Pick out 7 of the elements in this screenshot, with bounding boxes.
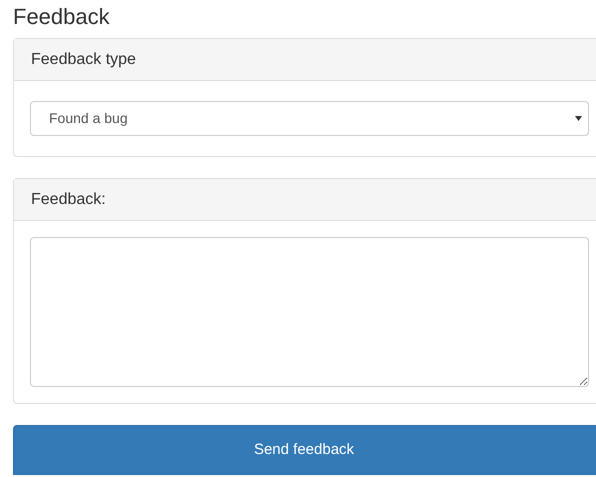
feedback-type-select[interactable]: Found a bug	[30, 101, 589, 136]
send-feedback-button[interactable]: Send feedback	[13, 425, 596, 475]
panel-heading: Feedback type	[31, 50, 136, 70]
panel-heading: Feedback:	[31, 190, 106, 210]
feedback-input[interactable]	[30, 237, 589, 387]
page-title: Feedback	[13, 3, 111, 31]
caret-icon	[575, 116, 582, 121]
